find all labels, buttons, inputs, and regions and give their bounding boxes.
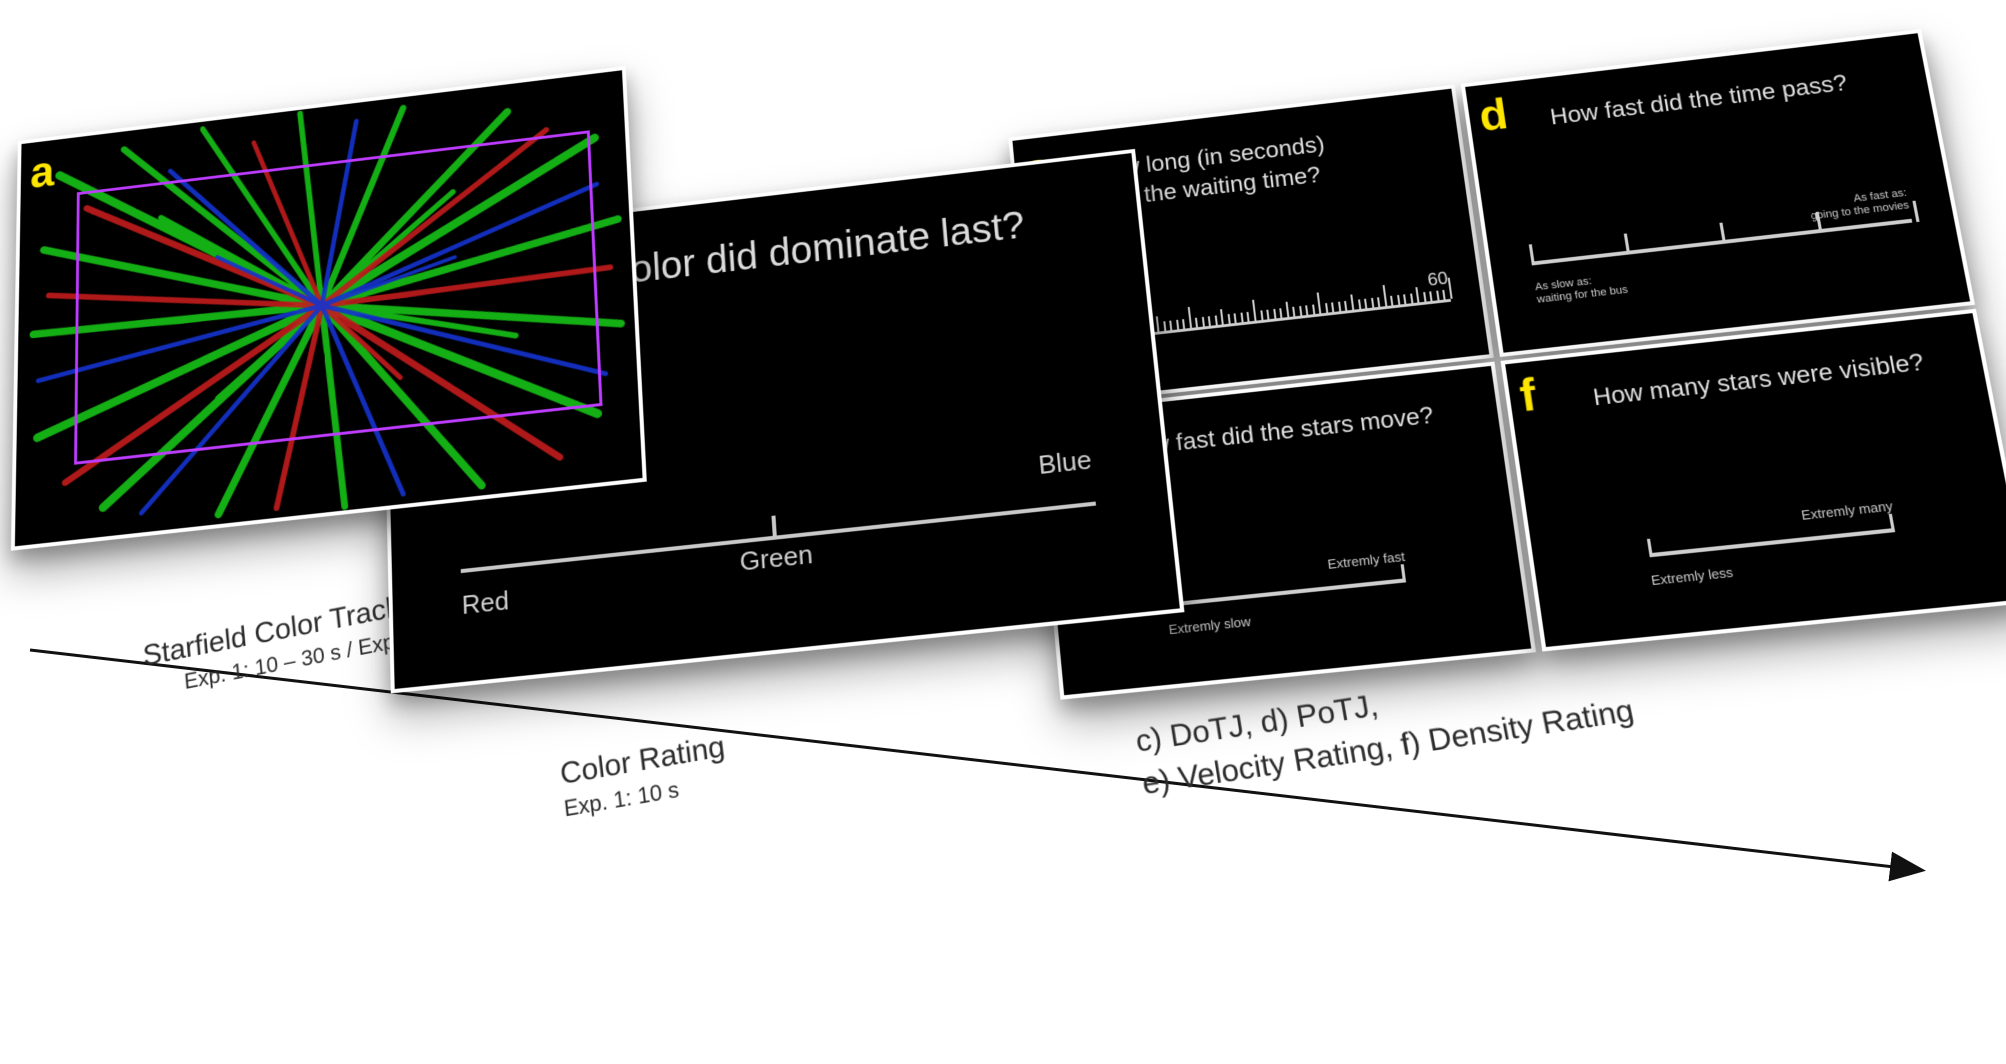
panel-e-question: How fast did the stars move? — [1120, 396, 1475, 466]
panel-e-endtick — [1401, 564, 1406, 583]
panel-f-label-left: Extremly less — [1650, 565, 1734, 589]
panel-a-starfield: a — [11, 66, 647, 551]
panel-b-label-left: Red — [461, 585, 509, 621]
tilted-layer: a Starfield Color Tracking Task Exp. 1: … — [35, 0, 2006, 1064]
panel-d-tick — [1912, 201, 1919, 222]
panel-label-f: f — [1516, 367, 1539, 422]
panel-d-potj: d How fast did the time pass? As slow as… — [1461, 29, 1975, 357]
panel-c-question: How long (in seconds) was the waiting ti… — [1092, 117, 1440, 217]
panel-label-c: c — [1023, 142, 1052, 194]
panel-b-scale-tick-mid — [771, 515, 777, 539]
panel-e-label-left: Extremly slow — [1168, 614, 1252, 638]
panel-d-tick — [1529, 244, 1535, 265]
panel-d-label-right: As fast as: going to the movies — [1807, 187, 1910, 224]
panel-f-density: f How many stars were visible? Extremly … — [1501, 309, 2006, 652]
panel-f-question: How many stars were visible? — [1591, 343, 1959, 414]
panel-label-a: a — [30, 145, 55, 198]
panel-d-question: How fast did the time pass? — [1548, 62, 1904, 133]
panel-f-label-right: Extremly many — [1800, 498, 1894, 523]
panel-label-d: d — [1476, 88, 1511, 141]
panel-f-scale[interactable] — [1649, 528, 1895, 557]
panel-d-tick — [1816, 212, 1823, 233]
panel-b-label-mid: Green — [739, 539, 814, 578]
panel-f-endtick — [1647, 539, 1653, 558]
panel-b-label-right: Blue — [1037, 444, 1093, 481]
panel-c-ruler-max: 60 — [1426, 268, 1449, 290]
diagram-stage: a Starfield Color Tracking Task Exp. 1: … — [0, 0, 2006, 960]
panel-d-scale[interactable] — [1531, 219, 1912, 266]
panel-d-label-left: As slow as: waiting for the bus — [1534, 271, 1629, 308]
caption-b: Color Rating Exp. 1: 10 s — [555, 696, 735, 858]
panel-d-tick — [1719, 223, 1726, 244]
panel-e-scale[interactable] — [1168, 578, 1406, 606]
panel-d-tick — [1624, 233, 1630, 254]
panel-f-endtick — [1889, 514, 1896, 533]
panel-e-label-right: Extremly fast — [1327, 549, 1406, 572]
